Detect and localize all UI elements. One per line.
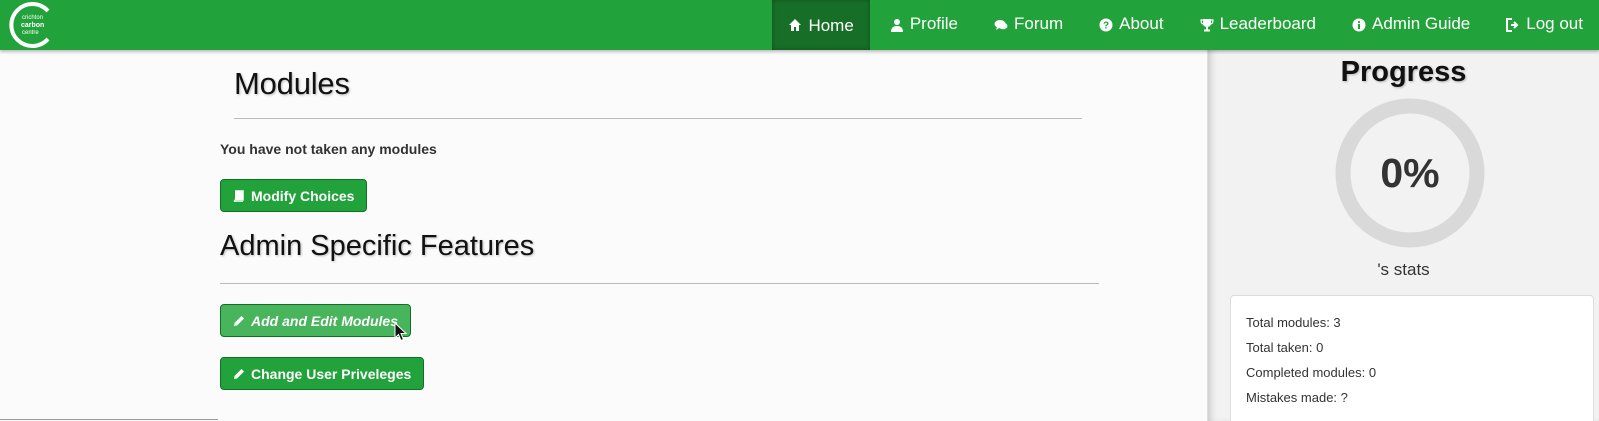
modify-choices-label: Modify Choices xyxy=(251,187,355,204)
nav-leaderboard[interactable]: Leaderboard xyxy=(1183,0,1332,50)
stat-total-modules: Total modules: 3 xyxy=(1246,315,1341,330)
nav-forum-label: Forum xyxy=(1014,14,1064,33)
add-edit-modules-button[interactable]: Add and Edit Modules xyxy=(220,304,411,337)
pencil-icon xyxy=(234,368,244,379)
nav-about[interactable]: ? About xyxy=(1083,0,1180,50)
divider xyxy=(234,118,1082,119)
change-user-privileges-label: Change User Priveleges xyxy=(251,365,412,382)
svg-text:carbon: carbon xyxy=(21,22,44,29)
info-circle-icon xyxy=(1352,18,1366,32)
question-circle-icon: ? xyxy=(1099,18,1113,32)
stat-total-taken: Total taken: 0 xyxy=(1246,340,1324,355)
sign-out-icon xyxy=(1506,18,1519,32)
nav-profile[interactable]: Profile xyxy=(873,0,974,50)
stat-mistakes-made: Mistakes made: ? xyxy=(1246,390,1348,405)
nav-profile-label: Profile xyxy=(909,14,958,33)
trophy-icon xyxy=(1199,19,1214,32)
divider xyxy=(220,283,1099,284)
svg-text:?: ? xyxy=(1103,21,1109,32)
nav-admin-guide[interactable]: Admin Guide xyxy=(1335,0,1487,50)
main-content: Modules You have not taken any modules M… xyxy=(0,50,1207,421)
nav-logout[interactable]: Log out xyxy=(1490,0,1599,50)
stats-heading: 's stats xyxy=(1377,260,1430,279)
stats-panel: Total modules: 3 Total taken: 0 Complete… xyxy=(1230,295,1594,421)
mouse-cursor-icon xyxy=(394,322,408,342)
book-icon xyxy=(233,189,244,202)
add-edit-modules-label: Add and Edit Modules xyxy=(251,312,398,329)
nav-admin-guide-label: Admin Guide xyxy=(1371,14,1471,33)
no-modules-message: You have not taken any modules xyxy=(220,141,437,157)
change-user-privileges-button[interactable]: Change User Priveleges xyxy=(220,357,425,390)
svg-text:crichton: crichton xyxy=(22,15,43,21)
nav-forum[interactable]: Forum xyxy=(978,0,1080,50)
modify-choices-button[interactable]: Modify Choices xyxy=(220,179,368,212)
nav-logout-label: Log out xyxy=(1526,14,1583,33)
progress-sidebar: Progress 0% 's stats Total modules: 3 To… xyxy=(1207,50,1599,421)
user-icon xyxy=(890,19,903,32)
nav-home[interactable]: Home xyxy=(772,0,870,50)
nav-home-label: Home xyxy=(808,16,854,35)
progress-percent: 0% xyxy=(1380,149,1440,196)
svg-text:centre: centre xyxy=(22,30,39,36)
admin-features-heading: Admin Specific Features xyxy=(220,230,535,262)
stat-completed-modules: Completed modules: 0 xyxy=(1246,365,1377,380)
nav-leaderboard-label: Leaderboard xyxy=(1219,14,1316,33)
nav-about-label: About xyxy=(1119,14,1164,33)
nav-menu: Home Profile Forum ? About Leaderboard A… xyxy=(768,0,1599,50)
progress-heading: Progress xyxy=(1340,56,1467,88)
pencil-icon xyxy=(234,315,244,326)
divider xyxy=(0,419,218,420)
comments-icon xyxy=(994,20,1008,30)
crichton-carbon-centre-logo[interactable]: crichton carbon centre xyxy=(8,1,56,49)
top-navbar: crichton carbon centre Home Profile Foru… xyxy=(0,0,1599,50)
modules-heading: Modules xyxy=(234,66,350,101)
home-icon xyxy=(789,19,802,31)
